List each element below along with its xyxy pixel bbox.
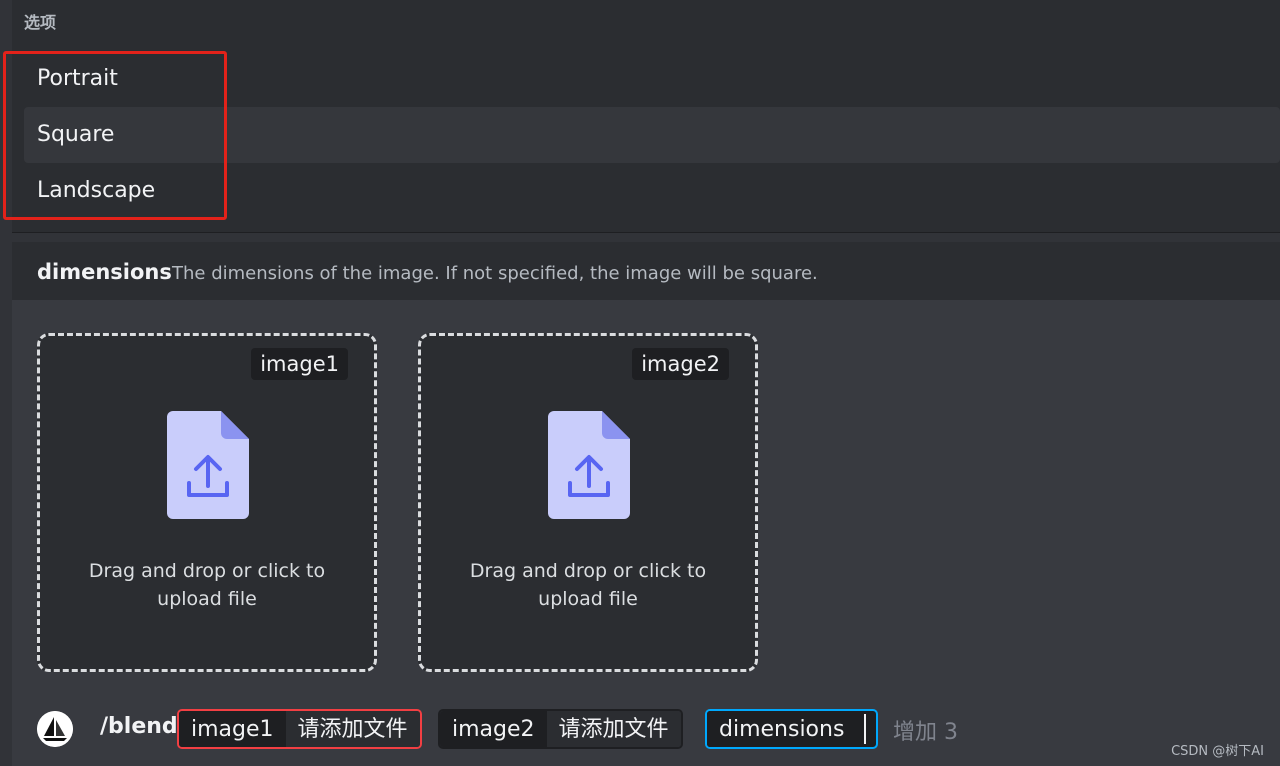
chip-key: image1 [179,711,286,747]
upload-dropzone-image1[interactable]: image1 Drag and drop or click to upload … [37,333,377,672]
option-hint-name: dimensions [37,260,172,284]
annotation-highlight-box [3,51,227,220]
upload-area: image1 Drag and drop or click to upload … [12,300,1280,692]
option-chip-image1[interactable]: image1 请添加文件 [177,709,422,749]
file-upload-icon [167,411,249,519]
option-hint-description: The dimensions of the image. If not spec… [172,263,818,284]
option-hint-bar: dimensions The dimensions of the image. … [12,242,1280,300]
dropzone-text: Drag and drop or click to upload file [40,557,374,613]
command-name: /blend [100,714,178,739]
dropzone-text-line1: Drag and drop or click to [469,560,707,582]
option-chip-dimensions[interactable]: dimensions [705,709,878,749]
add-more-options[interactable]: 增加 3 [893,714,958,746]
option-chip-image2[interactable]: image2 请添加文件 [438,709,683,749]
chip-key: image2 [440,711,547,747]
chip-value: 请添加文件 [546,711,681,747]
upload-dropzone-image2[interactable]: image2 Drag and drop or click to upload … [418,333,758,672]
dropzone-text-line2: upload file [157,588,257,610]
options-header: 选项 [24,13,57,32]
chip-key: dimensions [707,711,857,747]
dropzone-tag: image1 [251,348,348,380]
dropzone-text: Drag and drop or click to upload file [421,557,755,613]
sailboat-icon [37,711,73,747]
chip-value: 请添加文件 [285,711,420,747]
dropzone-tag: image2 [632,348,729,380]
dropzone-text-line2: upload file [538,588,638,610]
file-upload-icon [548,411,630,519]
bot-avatar[interactable] [37,711,73,747]
text-caret [864,714,866,744]
dropzone-text-line1: Drag and drop or click to [88,560,326,582]
watermark: CSDN @树下AI [1171,744,1264,759]
command-input-bar: /blend image1 请添加文件 image2 请添加文件 dimensi… [12,692,1280,766]
